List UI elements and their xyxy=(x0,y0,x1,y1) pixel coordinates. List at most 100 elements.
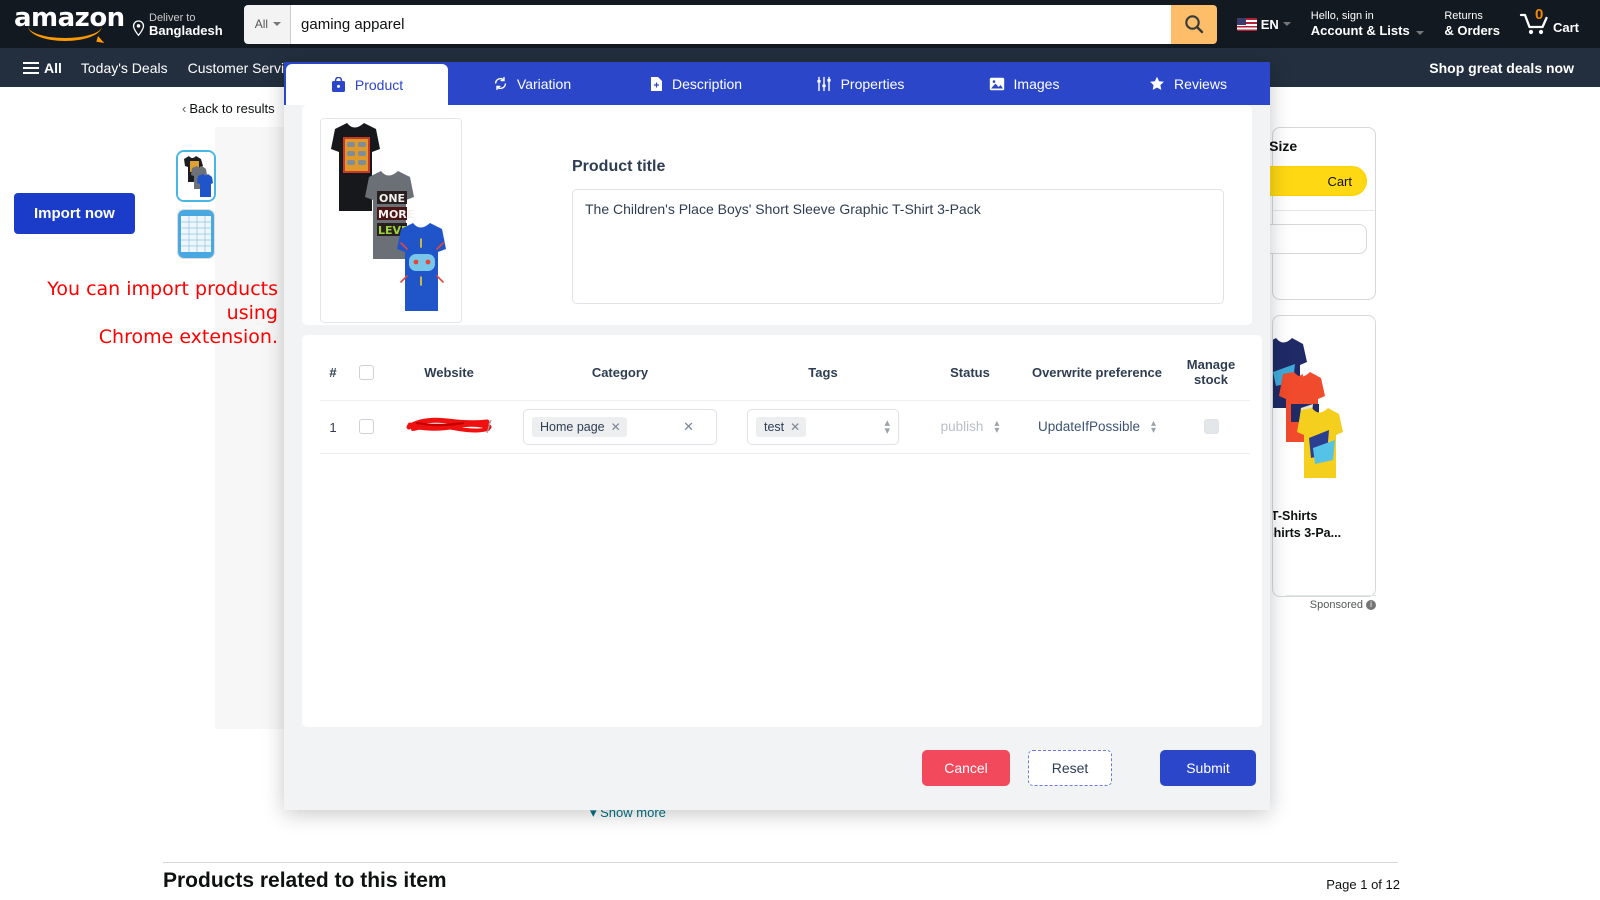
svg-text:ONE: ONE xyxy=(379,192,405,205)
cart-label: Cart xyxy=(1552,20,1579,35)
magnifier-icon xyxy=(1184,15,1203,34)
account-greeting: Hello, sign in xyxy=(1310,10,1374,22)
product-title-input[interactable] xyxy=(572,189,1224,304)
col-tags: Tags xyxy=(728,357,918,401)
related-products-title: Products related to this item xyxy=(163,869,447,892)
search-category-dropdown[interactable]: All xyxy=(243,4,292,44)
tab-reviews[interactable]: Reviews xyxy=(1106,62,1270,105)
buy-box: ect Size Cart xyxy=(1239,127,1376,300)
tab-product-label: Product xyxy=(354,76,404,93)
row-tags-cell: test ✕ ▴ ▾ xyxy=(728,400,918,454)
pagination-indicator: Page 1 of 12 xyxy=(1326,877,1400,892)
bag-icon xyxy=(331,76,345,92)
annotation-line-2: Chrome extension. xyxy=(98,326,278,348)
star-icon xyxy=(1150,76,1164,90)
row-select-cell xyxy=(346,400,386,454)
row-checkbox[interactable] xyxy=(358,419,374,435)
col-index: # xyxy=(320,357,346,401)
manage-stock-checkbox[interactable] xyxy=(1203,419,1219,435)
cancel-button[interactable]: Cancel xyxy=(922,750,1010,786)
tags-multiselect[interactable]: test ✕ ▴ ▾ xyxy=(747,409,899,445)
category-clear-icon[interactable]: ✕ xyxy=(683,419,694,435)
category-chip: Home page ✕ xyxy=(532,417,627,437)
search-bar: All xyxy=(243,4,1217,44)
sponsored-divider xyxy=(1286,595,1376,596)
image-icon xyxy=(989,77,1004,90)
website-mapping-table: # Website Category Tags Status Overwrite… xyxy=(320,357,1250,454)
deliver-to-country: Bangladesh xyxy=(149,23,223,38)
table-header-row: # Website Category Tags Status Overwrite… xyxy=(320,357,1250,401)
sponsored-product-title-line2: eve Shirts 3-Pa... xyxy=(1273,526,1342,540)
status-stepper-icon[interactable]: ▴ ▾ xyxy=(994,418,999,435)
nav-shop-deals[interactable]: Shop great deals now xyxy=(1419,53,1584,83)
website-mapping-card: # Website Category Tags Status Overwrite… xyxy=(302,335,1262,727)
amazon-logo[interactable]: amazon xyxy=(14,5,125,43)
tshirt-thumbnail-icon xyxy=(178,152,214,200)
row-website-cell xyxy=(386,400,512,454)
nav-all-label: All xyxy=(44,59,62,76)
row-manage-stock-cell xyxy=(1172,400,1250,454)
tags-chip: test ✕ xyxy=(756,417,807,437)
status-select[interactable]: publish ▴ ▾ xyxy=(941,418,1000,435)
tab-images[interactable]: Images xyxy=(942,62,1106,105)
hamburger-icon xyxy=(23,61,39,74)
category-multiselect[interactable]: Home page ✕ ✕ xyxy=(523,409,717,445)
file-plus-icon xyxy=(650,76,662,91)
import-now-button[interactable]: Import now xyxy=(14,193,135,234)
tab-variation[interactable]: Variation xyxy=(450,62,614,105)
search-button[interactable] xyxy=(1170,4,1217,44)
size-chart-thumbnail-icon xyxy=(178,210,214,258)
search-input[interactable] xyxy=(291,4,1171,44)
table-row: 1 Home page ✕ ✕ test ✕ ▴ ▾ publish ▴ ▾ U… xyxy=(320,400,1250,454)
nav-item-todays-deals[interactable]: Today's Deals xyxy=(71,53,178,83)
overwrite-preference-select[interactable]: UpdateIfPossible ▴ ▾ xyxy=(1038,418,1156,435)
amazon-smile-icon xyxy=(28,26,102,41)
amazon-header: amazon Deliver to Bangladesh All gaming … xyxy=(0,0,1600,48)
overwrite-stepper-icon[interactable]: ▴ ▾ xyxy=(1151,418,1156,435)
tags-chip-remove-icon[interactable]: ✕ xyxy=(790,420,800,434)
chevron-left-icon: ‹ xyxy=(182,101,187,116)
nav-all-menu[interactable]: All xyxy=(14,54,71,82)
modal-product-gallery[interactable]: ONE MORE LEVEL xyxy=(320,118,462,323)
col-overwrite-preference: Overwrite preference xyxy=(1022,357,1172,401)
tab-variation-label: Variation xyxy=(516,75,572,92)
row-category-cell: Home page ✕ ✕ xyxy=(512,400,728,454)
row-overwrite-cell: UpdateIfPossible ▴ ▾ xyxy=(1022,400,1172,454)
deliver-to-selector[interactable]: Deliver to Bangladesh xyxy=(126,5,232,43)
tab-reviews-label: Reviews xyxy=(1174,75,1227,92)
tab-properties[interactable]: Properties xyxy=(778,62,942,105)
sponsored-product-image xyxy=(1273,326,1375,508)
product-thumbnail-1[interactable] xyxy=(178,152,214,200)
col-manage-stock: Manage stock xyxy=(1172,357,1250,401)
back-to-results-link[interactable]: ‹ Back to results xyxy=(182,101,275,116)
orders-label: & Orders xyxy=(1444,23,1500,38)
account-menu[interactable]: Hello, sign in Account & Lists xyxy=(1301,4,1435,44)
us-flag-icon xyxy=(1236,17,1257,31)
col-website: Website xyxy=(386,357,512,401)
location-pin-icon xyxy=(132,20,145,37)
select-all-checkbox[interactable] xyxy=(358,365,374,381)
tab-product[interactable]: Product xyxy=(286,64,448,105)
account-lists-label: Account & Lists xyxy=(1311,23,1425,38)
language-selector[interactable]: EN xyxy=(1227,9,1301,40)
row-status-cell: publish ▴ ▾ xyxy=(918,400,1022,454)
category-chip-remove-icon[interactable]: ✕ xyxy=(611,420,621,434)
tab-description-label: Description xyxy=(671,75,743,92)
tab-description[interactable]: Description xyxy=(614,62,778,105)
annotation-text: You can import products using Chrome ext… xyxy=(8,277,278,349)
returns-orders-menu[interactable]: Returns & Orders xyxy=(1434,4,1510,44)
reset-button[interactable]: Reset xyxy=(1028,750,1112,786)
info-icon[interactable]: i xyxy=(1366,600,1376,610)
sponsored-product-card[interactable]: saur T-Shirts eve Shirts 3-Pa... xyxy=(1272,315,1376,597)
product-thumbnail-2[interactable] xyxy=(178,210,214,258)
product-thumbnail-list xyxy=(178,152,214,258)
submit-button[interactable]: Submit xyxy=(1160,750,1256,786)
tags-stepper-icon[interactable]: ▴ ▾ xyxy=(884,418,890,437)
tshirt-trio-illustration xyxy=(1273,338,1343,478)
tab-images-label: Images xyxy=(1013,75,1060,92)
cart-button[interactable]: 0 Cart xyxy=(1510,4,1588,44)
redacted-website-url xyxy=(406,417,492,433)
chevron-down-icon xyxy=(1416,31,1425,35)
sponsored-label-text: Sponsored xyxy=(1309,599,1363,611)
account-lists-text: Account & Lists xyxy=(1310,23,1410,38)
